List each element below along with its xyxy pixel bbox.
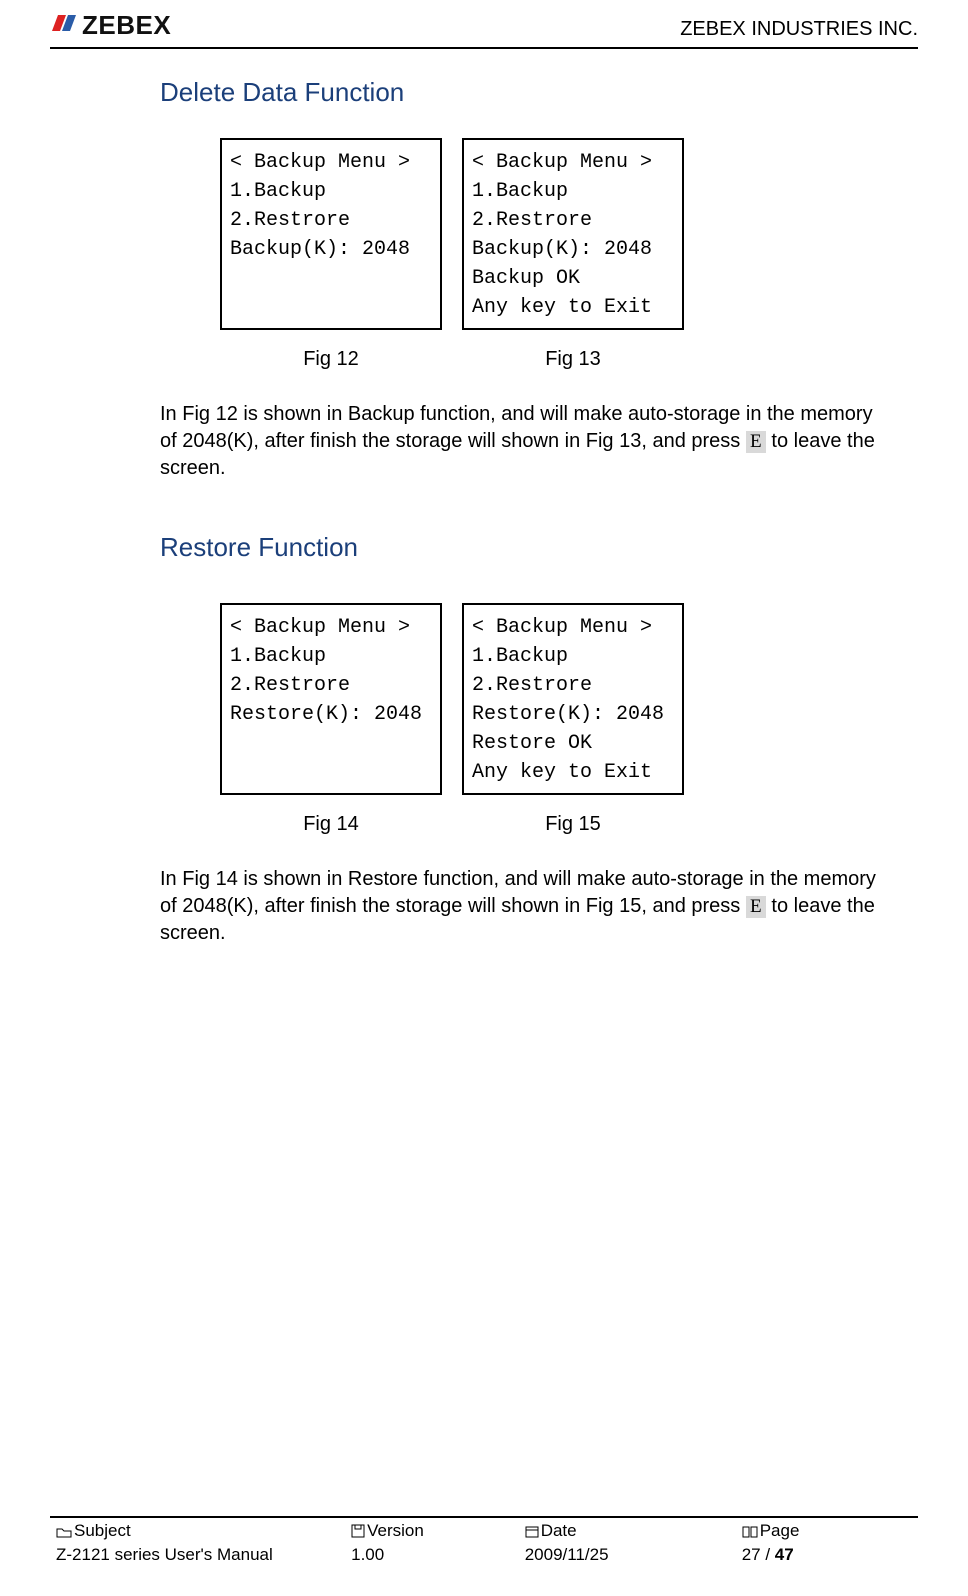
footer: Subject Version Date Page xyxy=(50,1516,918,1566)
screen-fig14: < Backup Menu > 1.Backup 2.Restrore Rest… xyxy=(220,603,442,795)
footer-value-row: Z-2121 series User's Manual 1.00 2009/11… xyxy=(50,1544,918,1566)
screen-line: 2.Restrore xyxy=(230,209,350,232)
page: ZEBEX ZEBEX INDUSTRIES INC. Delete Data … xyxy=(0,0,968,1596)
screen-line: < Backup Menu > xyxy=(472,151,652,174)
footer-value-version: 1.00 xyxy=(345,1544,519,1566)
book-icon xyxy=(742,1523,758,1543)
screen-line: < Backup Menu > xyxy=(472,616,652,639)
screen-line: 2.Restrore xyxy=(472,674,592,697)
header-row: ZEBEX ZEBEX INDUSTRIES INC. xyxy=(50,10,918,45)
screen-line: Any key to Exit xyxy=(472,761,652,784)
paragraph-restore: In Fig 14 is shown in Restore function, … xyxy=(160,866,878,947)
caption-row-restore: Fig 14 Fig 15 xyxy=(220,813,878,836)
company-name: ZEBEX INDUSTRIES INC. xyxy=(680,18,918,41)
footer-label: Page xyxy=(760,1521,800,1540)
page-current: 27 xyxy=(742,1545,761,1564)
screen-line: Restore(K): 2048 xyxy=(472,703,664,726)
logo-mark-icon xyxy=(50,11,80,40)
footer-header-subject: Subject xyxy=(50,1520,345,1544)
disk-icon xyxy=(351,1523,365,1543)
section-title-delete: Delete Data Function xyxy=(160,77,878,108)
footer-label: Date xyxy=(541,1521,577,1540)
caption-fig14: Fig 14 xyxy=(220,813,442,836)
footer-table: Subject Version Date Page xyxy=(50,1520,918,1566)
keycap-e: E xyxy=(746,431,766,453)
screen-line: < Backup Menu > xyxy=(230,616,410,639)
screen-fig15: < Backup Menu > 1.Backup 2.Restrore Rest… xyxy=(462,603,684,795)
keycap-e: E xyxy=(746,896,766,918)
footer-header-row: Subject Version Date Page xyxy=(50,1520,918,1544)
footer-header-version: Version xyxy=(345,1520,519,1544)
screen-line: Backup OK xyxy=(472,267,580,290)
screen-fig12: < Backup Menu > 1.Backup 2.Restrore Back… xyxy=(220,138,442,330)
page-sep: / xyxy=(761,1545,775,1564)
figure-row-restore: < Backup Menu > 1.Backup 2.Restrore Rest… xyxy=(220,603,878,795)
calendar-icon xyxy=(525,1523,539,1543)
page-total: 47 xyxy=(775,1545,794,1564)
header-divider xyxy=(50,47,918,49)
logo-text: ZEBEX xyxy=(82,10,171,41)
screen-line: Restore OK xyxy=(472,732,592,755)
screen-fig13: < Backup Menu > 1.Backup 2.Restrore Back… xyxy=(462,138,684,330)
screen-line: 1.Backup xyxy=(230,645,326,668)
screen-line: Any key to Exit xyxy=(472,296,652,319)
screen-line: Restore(K): 2048 xyxy=(230,703,422,726)
screen-line: 2.Restrore xyxy=(472,209,592,232)
footer-header-page: Page xyxy=(736,1520,918,1544)
footer-divider xyxy=(50,1516,918,1518)
screen-line: Backup(K): 2048 xyxy=(230,238,410,261)
caption-fig15: Fig 15 xyxy=(462,813,684,836)
screen-line: 1.Backup xyxy=(472,645,568,668)
caption-row-delete: Fig 12 Fig 13 xyxy=(220,348,878,371)
screen-line: Backup(K): 2048 xyxy=(472,238,652,261)
screen-line: 1.Backup xyxy=(472,180,568,203)
footer-value-subject: Z-2121 series User's Manual xyxy=(50,1544,345,1566)
screen-line: 1.Backup xyxy=(230,180,326,203)
section-title-restore: Restore Function xyxy=(160,532,878,563)
folder-icon xyxy=(56,1523,72,1543)
screen-line: 2.Restrore xyxy=(230,674,350,697)
caption-fig13: Fig 13 xyxy=(462,348,684,371)
footer-header-date: Date xyxy=(519,1520,736,1544)
footer-label: Subject xyxy=(74,1521,131,1540)
footer-label: Version xyxy=(367,1521,424,1540)
logo: ZEBEX xyxy=(50,10,171,41)
caption-fig12: Fig 12 xyxy=(220,348,442,371)
footer-value-page: 27 / 47 xyxy=(736,1544,918,1566)
screen-line: < Backup Menu > xyxy=(230,151,410,174)
paragraph-delete: In Fig 12 is shown in Backup function, a… xyxy=(160,401,878,482)
footer-value-date: 2009/11/25 xyxy=(519,1544,736,1566)
figure-row-delete: < Backup Menu > 1.Backup 2.Restrore Back… xyxy=(220,138,878,330)
content: Delete Data Function < Backup Menu > 1.B… xyxy=(50,77,918,947)
